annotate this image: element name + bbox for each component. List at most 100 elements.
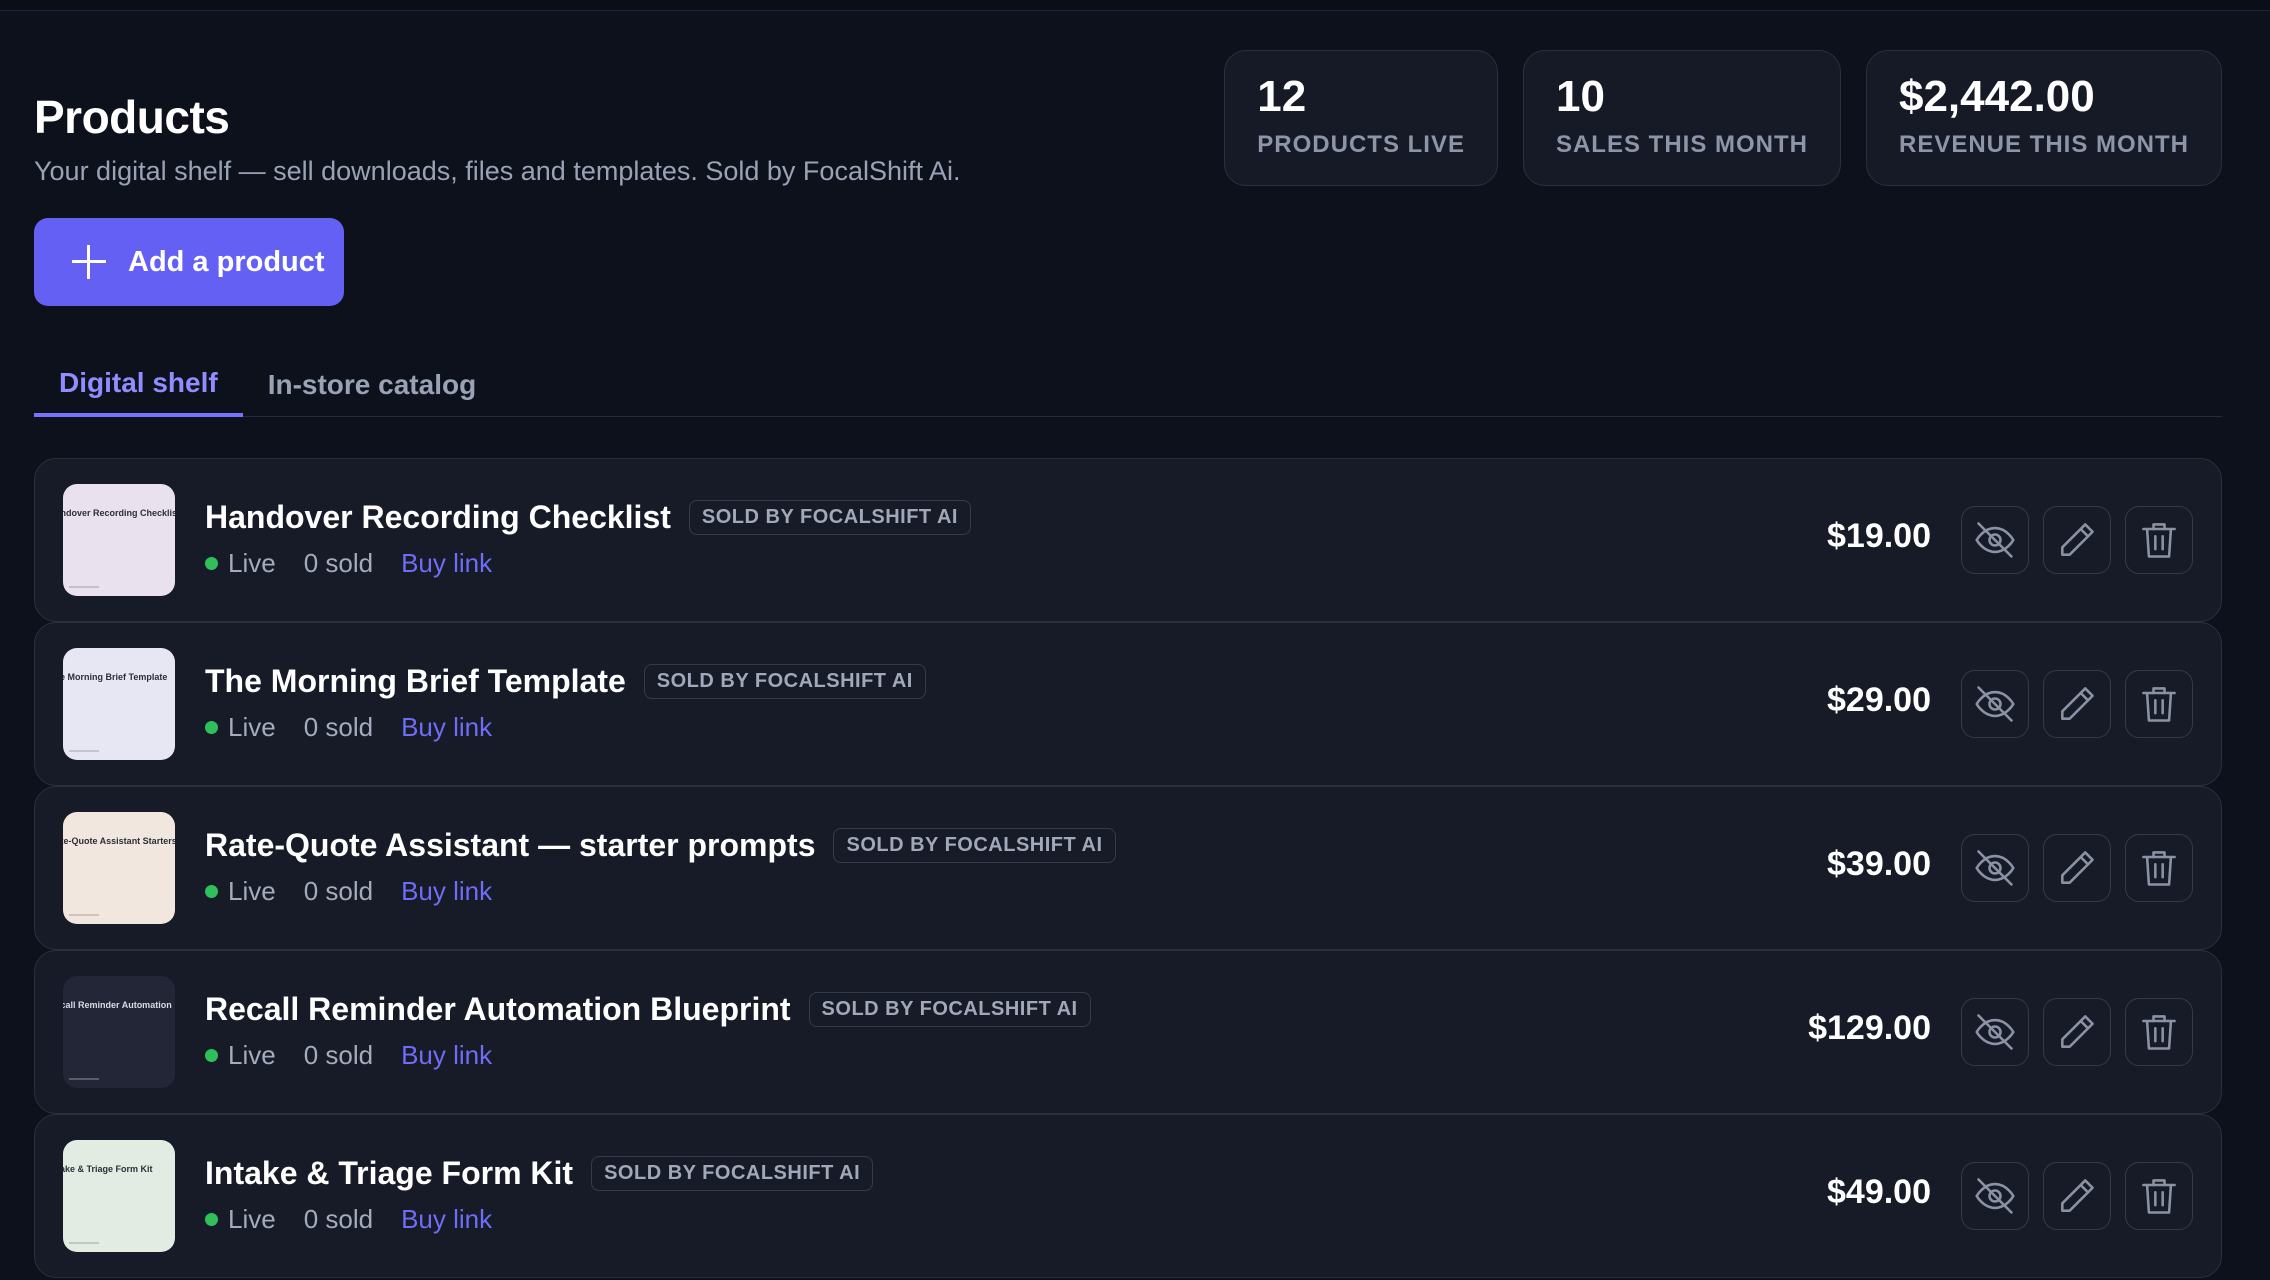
product-row: The Morning Brief TemplateThe Morning Br… (34, 622, 2222, 786)
product-thumbnail[interactable]: The Morning Brief Template (63, 648, 175, 760)
stat-label: SALES THIS MONTH (1556, 131, 1808, 159)
page-subtitle: Your digital shelf — sell downloads, fil… (34, 156, 961, 187)
product-price: $29.00 (1827, 681, 1931, 720)
edit-button[interactable] (2043, 1162, 2111, 1230)
product-thumbnail[interactable]: Recall Reminder Automation (63, 976, 175, 1088)
pencil-icon (2055, 518, 2099, 562)
product-thumbnail[interactable]: Handover Recording Checklist (63, 484, 175, 596)
live-status-dot (205, 885, 218, 898)
hide-button[interactable] (1961, 670, 2029, 738)
live-status-dot (205, 557, 218, 570)
row-actions (1961, 1162, 2193, 1230)
row-actions (1961, 834, 2193, 902)
product-list: Handover Recording ChecklistHandover Rec… (34, 458, 2222, 1278)
buy-link[interactable]: Buy link (401, 712, 492, 743)
thumbnail-footer (69, 586, 99, 588)
delete-button[interactable] (2125, 1162, 2193, 1230)
thumbnail-title: Recall Reminder Automation (63, 1000, 172, 1010)
product-price: $19.00 (1827, 517, 1931, 556)
thumbnail-footer (69, 1078, 99, 1080)
page-header: Products Your digital shelf — sell downl… (34, 90, 961, 187)
buy-link[interactable]: Buy link (401, 1040, 492, 1071)
edit-button[interactable] (2043, 998, 2111, 1066)
delete-button[interactable] (2125, 834, 2193, 902)
hide-button[interactable] (1961, 998, 2029, 1066)
product-title-line: Recall Reminder Automation Blueprint SOLD… (205, 991, 1091, 1028)
product-title-line: Handover Recording Checklist SOLD BY FOCA… (205, 499, 971, 536)
live-status-dot (205, 1049, 218, 1062)
product-price: $129.00 (1808, 1009, 1931, 1048)
product-name[interactable]: Handover Recording Checklist (205, 499, 671, 536)
plus-icon (72, 245, 106, 279)
sold-count: 0 sold (304, 712, 373, 743)
product-price: $39.00 (1827, 845, 1931, 884)
product-title-line: Intake & Triage Form KitSOLD BY FOCALSHI… (205, 1155, 873, 1192)
status-label: Live (228, 876, 276, 907)
eye-off-icon (1973, 682, 2017, 726)
product-name[interactable]: Rate-Quote Assistant — starter prompts (205, 827, 815, 864)
page-title: Products (34, 90, 961, 144)
stat-label: PRODUCTS LIVE (1257, 131, 1465, 159)
row-actions (1961, 670, 2193, 738)
hide-button[interactable] (1961, 1162, 2029, 1230)
product-info: Handover Recording Checklist SOLD BY FOCA… (205, 499, 971, 579)
product-info: Intake & Triage Form KitSOLD BY FOCALSHI… (205, 1155, 873, 1235)
thumbnail-title: Handover Recording Checklist (63, 508, 175, 518)
hide-button[interactable] (1961, 506, 2029, 574)
buy-link[interactable]: Buy link (401, 548, 492, 579)
sold-by-badge: SOLD BY FOCALSHIFT AI (809, 992, 1091, 1027)
sold-count: 0 sold (304, 548, 373, 579)
eye-off-icon (1973, 1010, 2017, 1054)
tab-in-store-catalog[interactable]: In-store catalog (243, 352, 501, 417)
product-thumbnail[interactable]: Intake & Triage Form Kit (63, 1140, 175, 1252)
stat-value: 12 (1257, 73, 1465, 121)
thumbnail-title: The Morning Brief Template (63, 672, 167, 682)
tab-digital-shelf[interactable]: Digital shelf (34, 352, 243, 417)
delete-button[interactable] (2125, 506, 2193, 574)
stat-card-sales: 10 SALES THIS MONTH (1523, 50, 1841, 186)
thumbnail-title: Intake & Triage Form Kit (63, 1164, 153, 1174)
stat-value: $2,442.00 (1899, 73, 2189, 121)
hide-button[interactable] (1961, 834, 2029, 902)
product-title-line: Rate-Quote Assistant — starter prompts SO… (205, 827, 1116, 864)
add-product-button[interactable]: Add a product (34, 218, 344, 306)
edit-button[interactable] (2043, 670, 2111, 738)
product-title-line: The Morning Brief TemplateSOLD BY FOCALS… (205, 663, 926, 700)
stat-card-revenue: $2,442.00 REVENUE THIS MONTH (1866, 50, 2222, 186)
product-meta: Live0 soldBuy link (205, 876, 1116, 907)
stat-card-products-live: 12 PRODUCTS LIVE (1224, 50, 1498, 186)
buy-link[interactable]: Buy link (401, 876, 492, 907)
product-info: The Morning Brief TemplateSOLD BY FOCALS… (205, 663, 926, 743)
thumbnail-title: Rate-Quote Assistant Starters (63, 836, 175, 846)
delete-button[interactable] (2125, 670, 2193, 738)
thumbnail-footer (69, 750, 99, 752)
eye-off-icon (1973, 846, 2017, 890)
stat-label: REVENUE THIS MONTH (1899, 131, 2189, 159)
trash-icon (2137, 682, 2181, 726)
thumbnail-footer (69, 1242, 99, 1244)
pencil-icon (2055, 846, 2099, 890)
edit-button[interactable] (2043, 834, 2111, 902)
product-thumbnail[interactable]: Rate-Quote Assistant Starters (63, 812, 175, 924)
live-status-dot (205, 1213, 218, 1226)
status-label: Live (228, 548, 276, 579)
row-actions (1961, 998, 2193, 1066)
status-label: Live (228, 1204, 276, 1235)
edit-button[interactable] (2043, 506, 2111, 574)
sold-count: 0 sold (304, 1040, 373, 1071)
product-name[interactable]: Intake & Triage Form Kit (205, 1155, 573, 1192)
sold-by-badge: SOLD BY FOCALSHIFT AI (833, 828, 1115, 863)
product-meta: Live0 soldBuy link (205, 1204, 873, 1235)
product-price: $49.00 (1827, 1173, 1931, 1212)
trash-icon (2137, 518, 2181, 562)
top-bar (0, 0, 2270, 11)
status-label: Live (228, 1040, 276, 1071)
sold-by-badge: SOLD BY FOCALSHIFT AI (689, 500, 971, 535)
pencil-icon (2055, 682, 2099, 726)
product-name[interactable]: Recall Reminder Automation Blueprint (205, 991, 791, 1028)
product-name[interactable]: The Morning Brief Template (205, 663, 626, 700)
eye-off-icon (1973, 518, 2017, 562)
tab-bar: Digital shelf In-store catalog (34, 352, 2222, 417)
buy-link[interactable]: Buy link (401, 1204, 492, 1235)
delete-button[interactable] (2125, 998, 2193, 1066)
